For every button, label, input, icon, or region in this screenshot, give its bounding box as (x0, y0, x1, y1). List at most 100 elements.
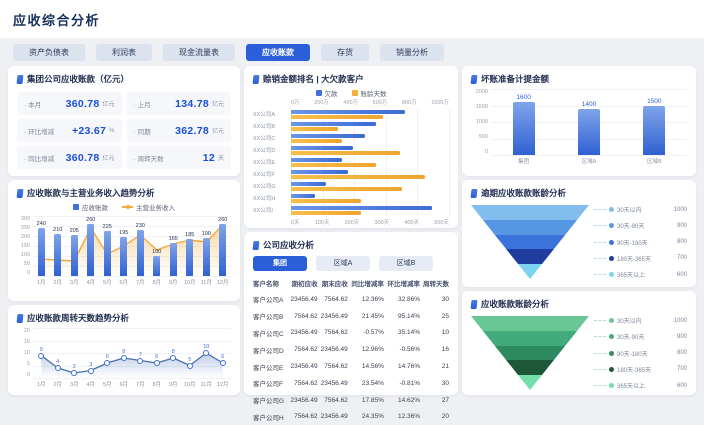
legend-dot-icon (609, 334, 614, 339)
region-tab-2[interactable]: 区域B (379, 256, 433, 271)
legend-label: 欠款 (325, 88, 338, 98)
bar-value-label: 260 (218, 217, 227, 223)
turnover-area (41, 353, 223, 378)
x-axis-labels: 集团区域A区域B (491, 157, 687, 165)
legend-swatch-icon (352, 90, 358, 96)
funnel-legend-row: 90天-180天800 (591, 349, 687, 358)
column-header: 同比增减率 (348, 275, 384, 291)
column-header: 环比增减率 (384, 275, 420, 291)
ranking-row: XX公司D (253, 144, 449, 156)
bar-column: 240 (33, 216, 50, 276)
table-cell: 21 (420, 358, 449, 375)
table-cell: 客户公司E (253, 358, 288, 375)
table-cell: 21.45% (348, 308, 384, 325)
bar-value-label: 190 (202, 231, 211, 237)
table-row: 客户公司F7564.6223456.4923.54%-0.81%30 (253, 375, 449, 392)
x-tick-label: 4月 (83, 380, 100, 388)
y-axis: 20151050 (17, 328, 33, 378)
trend-card-title: 应收账款与主营业务收入趋势分析 (17, 187, 231, 199)
nav-tab-0[interactable]: 资产负债表 (13, 44, 85, 61)
table-cell: 7564.62 (318, 291, 348, 308)
y-tick-label: 10 (17, 350, 30, 356)
x-tick-label: 12月 (215, 380, 232, 388)
bar-value-label: 1500 (647, 98, 661, 105)
amount-bar (291, 182, 326, 186)
company-label: XX公司D (253, 146, 291, 154)
table-row: 客户公司B7564.6223456.4921.45%95.14%25 (253, 308, 449, 325)
ranking-row: XX公司A (253, 108, 449, 120)
bar-column: 195 (116, 216, 133, 276)
bar-column: 230 (132, 216, 149, 276)
panel-marker-icon (17, 75, 24, 84)
point-value-label: 5 (188, 357, 191, 363)
y-axis: 300250200150100500 (17, 216, 33, 276)
plot-area: 240210205260225195230100165185190260 (33, 216, 231, 276)
table-row: 客户公司D7564.6223456.4912.96%-0.56%16 (253, 341, 449, 358)
aging-funnel-title-text: 应收账款账龄分析 (481, 298, 549, 310)
dash-connector (594, 369, 606, 370)
bar-column: 210 (50, 216, 67, 276)
funnel-band (471, 316, 589, 331)
bar-value-label: 165 (169, 236, 178, 242)
nav-tab-5[interactable]: 销量分析 (380, 44, 444, 61)
region-tab-0[interactable]: 集团 (253, 256, 307, 271)
y-tick-label: 150 (17, 243, 30, 249)
table-cell: 7564.62 (288, 341, 318, 358)
y-tick-label: 100 (17, 252, 30, 258)
bar-value-label: 100 (152, 249, 161, 255)
nav-tab-1[interactable]: 利润表 (96, 44, 152, 61)
dash-connector (594, 242, 606, 243)
nav-tab-2[interactable]: 现金流量表 (163, 44, 235, 61)
kpi-label: 上月 (134, 99, 151, 109)
company-label: XX公司F (253, 170, 291, 178)
funnel-body: 30天以内100030天-90天90090天-180天800180天-365天7… (471, 205, 687, 279)
panel-marker-icon (471, 300, 478, 309)
nav-tab-3[interactable]: 应收账款 (246, 44, 310, 61)
bar-value-label: 1600 (516, 94, 530, 101)
legend-dot-icon (609, 272, 614, 277)
bar-track (291, 194, 449, 203)
kpi-tile-5: 周转天数12天 (127, 146, 232, 169)
ranking-card-title: 赊销金额排名 | 大欠款客户 (253, 73, 449, 85)
table-cell: 27 (420, 392, 449, 409)
table-cell: 14.62% (384, 392, 420, 409)
gridline (491, 155, 687, 156)
point-value-label: 7 (139, 352, 142, 358)
bars-layer: 160014001500 (491, 89, 687, 155)
x-tick-label: 10月 (182, 380, 199, 388)
data-point (170, 355, 176, 361)
point-value-label: 8 (172, 349, 175, 355)
days-bar (291, 115, 383, 119)
table-cell: -0.57% (348, 325, 384, 342)
legend-dot-icon (609, 207, 614, 212)
y-tick-label: 250 (17, 225, 30, 231)
aging-bucket-label: 30天-90天 (617, 332, 665, 341)
receivable-bar (54, 234, 61, 276)
receivable-bar (186, 239, 193, 276)
receivable-bar (71, 235, 78, 276)
y-tick-label: 5 (17, 361, 30, 367)
kpi-label: 环比增减 (24, 126, 54, 136)
point-value-label: 3 (89, 362, 92, 368)
nav-tab-4[interactable]: 存货 (321, 44, 369, 61)
funnel-band (471, 346, 589, 361)
y-tick-label: 500 (471, 134, 488, 140)
x-tick-label: 1月 (33, 278, 50, 286)
funnel-band (471, 235, 589, 250)
company-label: XX公司I (253, 206, 291, 214)
region-tab-1[interactable]: 区域A (316, 256, 370, 271)
legend-dot-icon (609, 256, 614, 261)
aging-bucket-value: 1000 (665, 318, 687, 324)
ranking-chart: 欠款账龄天数0万200万400万600万800万1000万XX公司AXX公司BX… (253, 88, 449, 226)
dash-connector (594, 209, 606, 210)
bar-value-label: 240 (37, 221, 46, 227)
table-row: 客户公司G23456.497564.6217.85%14.62%27 (253, 392, 449, 409)
table-cell: 14.76% (384, 358, 420, 375)
x-tick-label: 5月 (99, 278, 116, 286)
y-tick-label: 200 (17, 234, 30, 240)
table-cell: 12.36% (348, 291, 384, 308)
x-tick-label: 3月 (66, 278, 83, 286)
data-point (71, 370, 77, 376)
x-tick-label: 3月 (66, 380, 83, 388)
kpi-value: 362.78 (175, 125, 209, 137)
